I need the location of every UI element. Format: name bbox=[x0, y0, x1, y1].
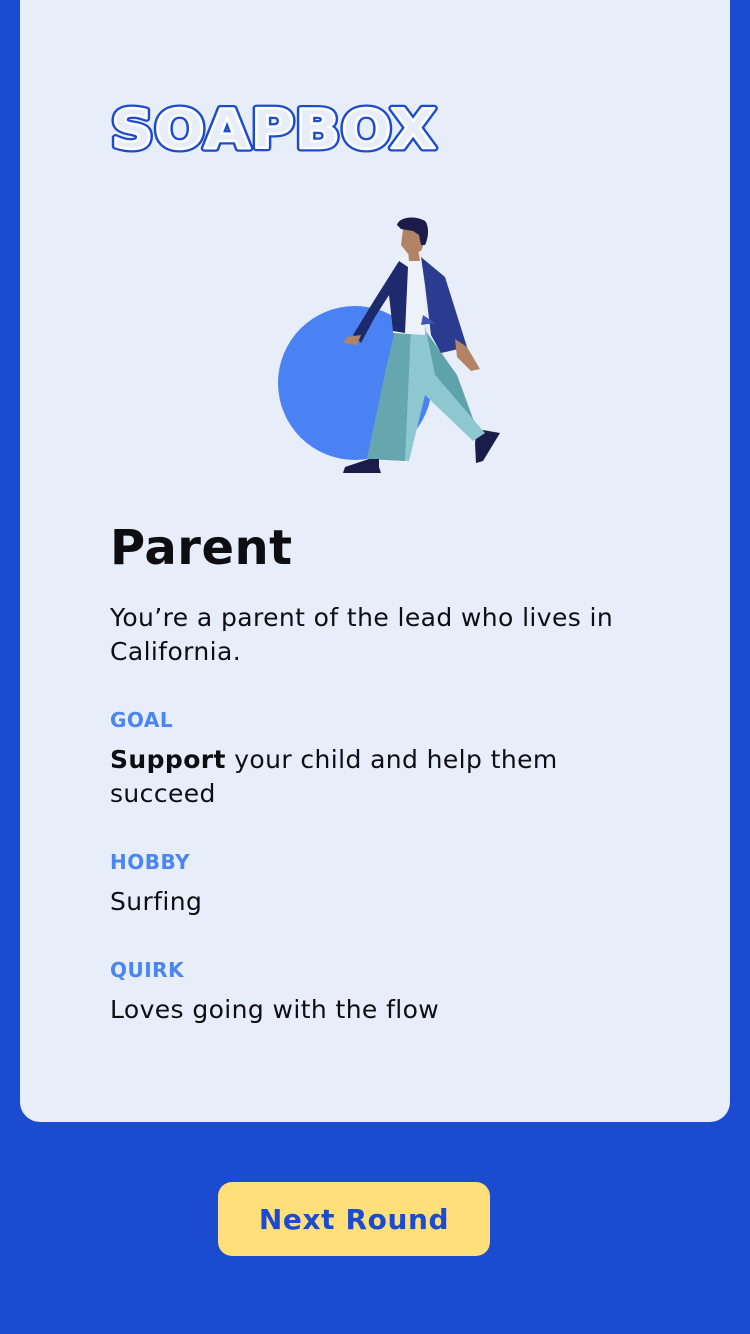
hobby-label: HOBBY bbox=[110, 850, 191, 874]
hobby-value: Surfing bbox=[110, 887, 203, 916]
quirk-value: Loves going with the flow bbox=[110, 995, 440, 1024]
goal-label: GOAL bbox=[110, 708, 174, 732]
role-card: SOAPBOX SOAPBOX Parent You’re a parent o bbox=[20, 0, 730, 1122]
role-description: You’re a parent of the lead who lives in… bbox=[110, 603, 614, 666]
next-round-button[interactable]: Next Round bbox=[218, 1182, 490, 1256]
soapbox-logo: SOAPBOX SOAPBOX bbox=[110, 100, 440, 156]
svg-text:SOAPBOX: SOAPBOX bbox=[111, 100, 437, 156]
quirk-label: QUIRK bbox=[110, 958, 185, 982]
goal-value: Support your child and help them succeed bbox=[110, 743, 670, 811]
walking-person-illustration bbox=[278, 217, 500, 473]
role-title: Parent bbox=[110, 520, 293, 576]
goal-emphasis: Support bbox=[110, 745, 226, 774]
